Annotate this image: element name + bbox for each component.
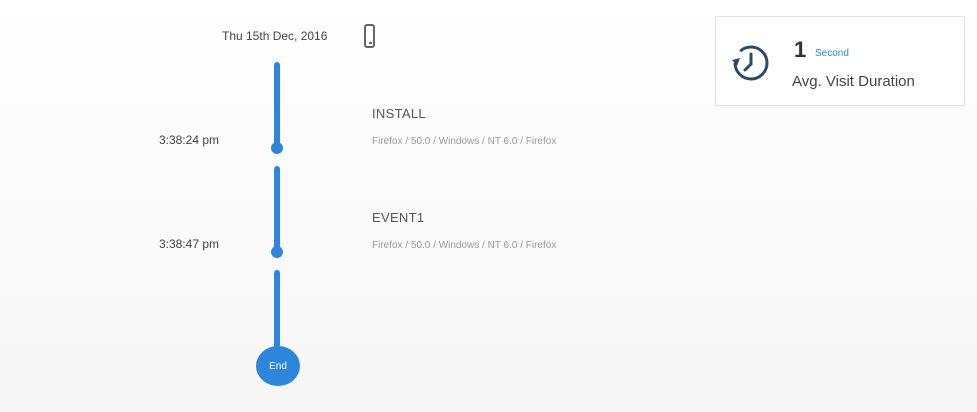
mobile-phone-icon bbox=[364, 24, 375, 48]
timeline-line-segment bbox=[274, 270, 280, 348]
clock-icon bbox=[732, 45, 769, 81]
event-meta: Firefox / 50.0 / Windows / NT 6.0 / Fire… bbox=[372, 136, 557, 147]
avg-visit-duration-card: 1 Second Avg. Visit Duration bbox=[715, 16, 965, 106]
event-title[interactable]: EVENT1 bbox=[372, 210, 424, 225]
session-date: Thu 15th Dec, 2016 bbox=[222, 29, 328, 43]
avg-visit-label: Avg. Visit Duration bbox=[792, 73, 915, 90]
event-time: 3:38:47 pm bbox=[158, 237, 219, 251]
timeline-line-segment bbox=[274, 62, 280, 146]
event-dot bbox=[271, 246, 283, 258]
avg-visit-unit: Second bbox=[815, 48, 849, 59]
timeline-end-marker: End bbox=[256, 346, 300, 386]
event-time: 3:38:24 pm bbox=[158, 133, 219, 147]
avg-visit-value: 1 bbox=[794, 37, 807, 62]
event-dot bbox=[271, 142, 283, 154]
event-title[interactable]: INSTALL bbox=[372, 106, 426, 121]
timeline-line-segment bbox=[274, 166, 280, 250]
event-meta: Firefox / 50.0 / Windows / NT 6.0 / Fire… bbox=[372, 240, 557, 251]
